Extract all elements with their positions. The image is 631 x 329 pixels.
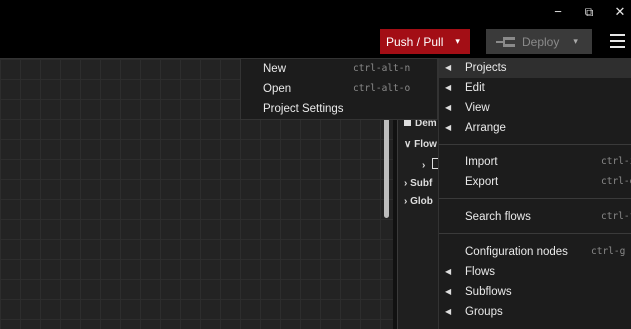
close-window-icon[interactable]: ✕ [609, 0, 631, 24]
main-dropdown-menu: ◀ Projects ◀ Edit ◀ View ◀ Arrange Impor… [438, 58, 631, 329]
menu-item-configuration-nodes[interactable]: Configuration nodes [465, 242, 568, 262]
menu-item-new[interactable]: New [263, 59, 286, 79]
chevron-down-icon[interactable]: ▾ [573, 36, 578, 47]
menu-item-export[interactable]: Export [465, 172, 498, 192]
shortcut-new: ctrl-alt-n [353, 63, 411, 74]
deploy-label: Deploy [522, 34, 560, 49]
push-pull-label: Push / Pull [386, 34, 444, 49]
sidebar-item-global[interactable]: › Glob [404, 196, 433, 207]
shortcut-search-flows: ctrl-f [601, 211, 631, 222]
submenu-arrow-icon: ◀ [445, 123, 452, 132]
deploy-button[interactable]: Deploy ▾ [486, 29, 592, 54]
chevron-right-icon: › [404, 178, 408, 189]
menu-divider [439, 198, 631, 199]
submenu-arrow-icon: ◀ [445, 83, 452, 92]
submenu-arrow-icon: ◀ [445, 267, 452, 276]
menu-item-subflows[interactable]: Subflows [465, 282, 512, 302]
menu-divider [439, 233, 631, 234]
submenu-arrow-icon: ◀ [445, 287, 452, 296]
submenu-arrow-icon: ◀ [445, 103, 452, 112]
menu-item-flows[interactable]: Flows [465, 262, 495, 282]
chevron-down-icon[interactable]: ▾ [455, 36, 460, 47]
menu-item-edit[interactable]: Edit [465, 78, 485, 98]
push-pull-button[interactable]: Push / Pull ▾ [380, 29, 470, 54]
menu-divider [439, 144, 631, 145]
shortcut-export: ctrl-e [601, 176, 631, 187]
restore-window-icon[interactable]: ⧉ [578, 0, 600, 24]
chevron-right-icon: › [404, 196, 408, 207]
shortcut-configuration-nodes: ctrl-g c [591, 246, 631, 257]
menu-item-project-settings[interactable]: Project Settings [263, 99, 344, 119]
flow-tab-icon [404, 119, 411, 126]
window-titlebar: − ⧉ ✕ [0, 0, 631, 24]
menu-item-import[interactable]: Import [465, 152, 498, 172]
menu-item-open[interactable]: Open [263, 79, 291, 99]
submenu-arrow-icon: ◀ [445, 307, 452, 316]
menu-item-search-flows[interactable]: Search flows [465, 207, 531, 227]
minimize-window-icon[interactable]: − [547, 0, 569, 24]
main-menu-icon[interactable] [610, 34, 625, 48]
menu-item-projects[interactable]: Projects [465, 58, 507, 78]
menu-item-groups[interactable]: Groups [465, 302, 503, 322]
sidebar-item-flows[interactable]: ∨ Flow [404, 139, 437, 150]
deploy-icon [496, 36, 516, 48]
chevron-right-icon: › [422, 160, 426, 171]
shortcut-open: ctrl-alt-o [353, 83, 411, 94]
submenu-arrow-icon: ◀ [445, 63, 452, 72]
menu-item-arrange[interactable]: Arrange [465, 118, 506, 138]
sidebar-item-subflows[interactable]: › Subf [404, 178, 432, 189]
projects-submenu: New ctrl-alt-n Open ctrl-alt-o Project S… [240, 58, 438, 120]
shortcut-import: ctrl-i [601, 156, 631, 167]
chevron-down-icon: ∨ [404, 139, 412, 150]
menu-item-view[interactable]: View [465, 98, 490, 118]
